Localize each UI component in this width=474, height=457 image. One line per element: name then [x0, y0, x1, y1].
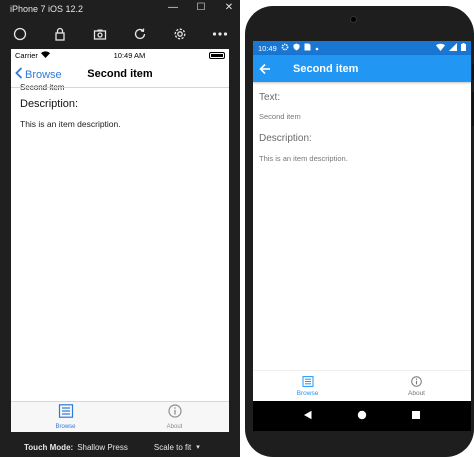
chevron-down-icon[interactable]: ▾ — [196, 443, 200, 451]
text-value: Second item — [259, 112, 301, 121]
tab-about[interactable]: About — [362, 371, 471, 401]
android-system-navigation — [253, 401, 471, 431]
lock-icon[interactable] — [49, 24, 71, 44]
android-app-bar: Second item — [253, 55, 471, 82]
info-icon — [411, 375, 422, 389]
description-label: Description: — [259, 133, 312, 144]
carrier-label: Carrier — [15, 51, 38, 60]
battery-icon — [461, 43, 466, 53]
nav-home-icon[interactable] — [357, 407, 367, 425]
simulator-footer: Touch Mode: Shallow Press Scale to fit ▾ — [0, 437, 240, 457]
ios-screen: Carrier 10:49 AM Browse Second item Seco… — [11, 49, 229, 432]
ios-simulator-window: iPhone 7 iOS 12.2 — ☐ ✕ Carrier 10:49 AM… — [0, 0, 240, 457]
tab-browse-label: Browse — [296, 389, 319, 397]
battery-icon — [209, 52, 225, 59]
scale-dropdown[interactable]: Scale to fit — [154, 443, 191, 452]
android-device: 10:49 Second item Text: Second item Desc… — [245, 6, 474, 457]
screenshot-camera-icon[interactable] — [89, 24, 111, 44]
minimize-button[interactable]: — — [166, 2, 180, 13]
ios-item-detail: Second item Description: This is an item… — [11, 83, 229, 129]
more-options-icon[interactable] — [209, 24, 231, 44]
nav-back-icon[interactable] — [303, 407, 313, 425]
android-bottom-navigation: Browse About — [253, 370, 471, 401]
touch-mode-dropdown[interactable]: Shallow Press — [77, 443, 128, 452]
window-controls: — ☐ ✕ — [166, 2, 236, 13]
page-title: Second item — [293, 62, 359, 75]
camera-icon — [350, 16, 357, 23]
list-icon — [58, 404, 74, 423]
back-arrow-icon[interactable] — [259, 63, 281, 75]
tab-about-label: About — [166, 424, 183, 430]
tab-about[interactable]: About — [120, 402, 229, 432]
description-value: This is an item description. — [20, 119, 121, 129]
list-icon — [302, 375, 314, 389]
signal-icon — [449, 43, 457, 53]
simulator-title: iPhone 7 iOS 12.2 — [10, 4, 84, 14]
android-time: 10:49 — [258, 43, 277, 53]
touch-mode-label: Touch Mode: — [24, 442, 74, 452]
text-label: Text: — [259, 92, 281, 103]
tab-about-label: About — [408, 389, 425, 397]
android-item-detail: Text: Second item Description: This is a… — [253, 92, 471, 163]
settings-gear-icon[interactable] — [169, 24, 191, 44]
nav-recents-icon[interactable] — [411, 407, 421, 425]
tab-browse-label: Browse — [55, 424, 76, 430]
maximize-button[interactable]: ☐ — [194, 2, 208, 13]
sim-card-icon — [304, 43, 311, 53]
tab-browse[interactable]: Browse — [11, 402, 120, 432]
wifi-icon — [40, 51, 50, 60]
simulator-toolbar — [0, 22, 240, 46]
info-icon — [167, 404, 182, 423]
home-button-icon[interactable] — [9, 24, 31, 44]
android-screen: 10:49 Second item Text: Second item Desc… — [253, 41, 471, 431]
notification-dot-icon — [315, 44, 319, 53]
close-button[interactable]: ✕ — [222, 2, 236, 13]
tab-browse[interactable]: Browse — [253, 371, 362, 401]
ios-status-bar: Carrier 10:49 AM — [11, 49, 229, 62]
description-label: Description: — [20, 98, 79, 110]
settings-gear-icon — [281, 43, 289, 53]
ios-tab-bar: Browse About — [11, 401, 229, 432]
shield-icon — [293, 43, 300, 53]
android-status-bar: 10:49 — [253, 41, 471, 55]
description-value: This is an item description. — [259, 154, 348, 163]
ios-navigation-bar: Browse Second item — [11, 62, 229, 88]
ios-time: 10:49 AM — [113, 51, 146, 60]
rotate-icon[interactable] — [129, 24, 151, 44]
wifi-icon — [436, 43, 445, 53]
page-title: Second item — [87, 68, 153, 80]
